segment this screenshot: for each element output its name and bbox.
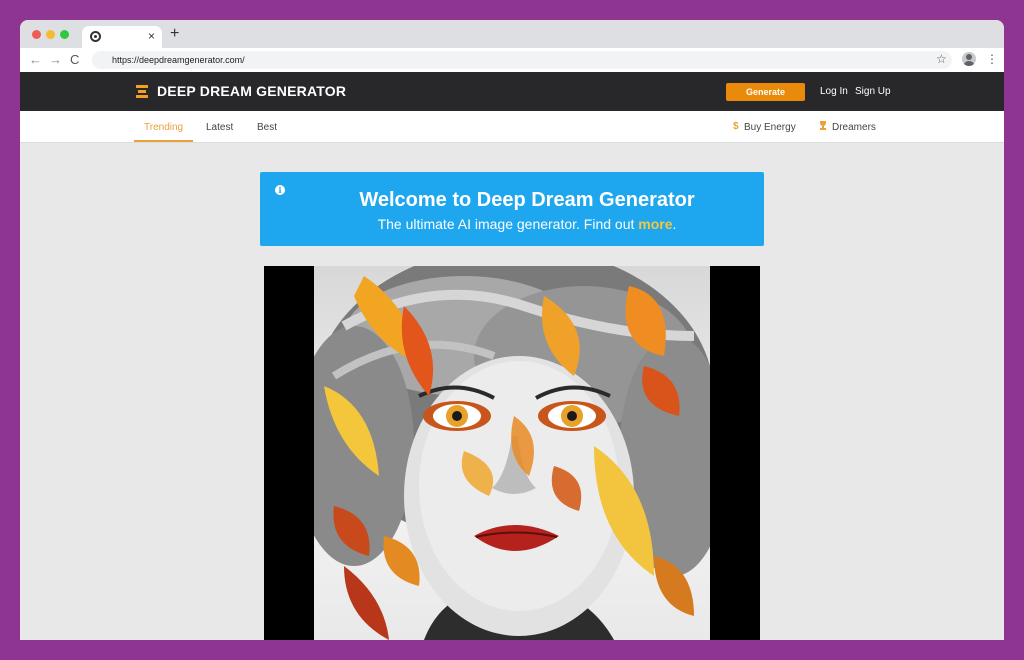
banner-subtitle-text: The ultimate AI image generator. Find ou… bbox=[377, 216, 639, 232]
signup-link[interactable]: Sign Up bbox=[855, 85, 891, 98]
browser-tab[interactable]: × bbox=[82, 26, 162, 48]
address-bar[interactable]: https://deepdreamgenerator.com/ bbox=[92, 51, 952, 69]
dollar-icon: $ bbox=[733, 121, 739, 132]
buy-energy-link[interactable]: Buy Energy bbox=[744, 121, 796, 134]
forward-arrow-icon[interactable]: → bbox=[49, 51, 62, 68]
login-link[interactable]: Log In bbox=[820, 85, 848, 98]
logo-icon[interactable] bbox=[136, 85, 148, 98]
close-window-button[interactable] bbox=[32, 30, 41, 39]
tab-best[interactable]: Best bbox=[257, 121, 277, 134]
back-arrow-icon[interactable]: ← bbox=[29, 51, 42, 68]
browser-window: × + ← → C https://deepdreamgenerator.com… bbox=[20, 20, 1004, 640]
browser-menu-icon[interactable]: ⋮ bbox=[986, 51, 998, 67]
url-text[interactable]: https://deepdreamgenerator.com/ bbox=[112, 54, 245, 66]
bookmark-star-icon[interactable]: ☆ bbox=[936, 51, 947, 67]
generate-button[interactable]: Generate bbox=[726, 83, 805, 101]
trophy-icon bbox=[819, 121, 827, 130]
profile-avatar-icon[interactable] bbox=[962, 52, 976, 66]
tab-trending[interactable]: Trending bbox=[144, 121, 183, 134]
minimize-window-button[interactable] bbox=[46, 30, 55, 39]
banner-subtitle: The ultimate AI image generator. Find ou… bbox=[260, 215, 794, 233]
tab-close-icon[interactable]: × bbox=[148, 29, 155, 43]
more-link[interactable]: more bbox=[638, 216, 672, 232]
browser-toolbar: ← → C https://deepdreamgenerator.com/ ☆ … bbox=[20, 48, 1004, 72]
banner-title: Welcome to Deep Dream Generator bbox=[359, 189, 695, 211]
featured-image-frame[interactable] bbox=[264, 266, 760, 640]
banner-subtitle-period: . bbox=[672, 216, 677, 232]
site-logo-text[interactable]: DEEP DREAM GENERATOR bbox=[157, 83, 346, 100]
site-header: DEEP DREAM GENERATOR Generate Log In Sig… bbox=[20, 72, 1004, 111]
active-tab-indicator bbox=[134, 140, 193, 142]
dreamers-link[interactable]: Dreamers bbox=[832, 121, 876, 134]
featured-artwork-image[interactable] bbox=[314, 266, 710, 640]
portrait-illustration bbox=[314, 266, 710, 640]
sub-navigation: Trending Latest Best $ Buy Energy Dreame… bbox=[20, 111, 1004, 143]
tab-strip: × + bbox=[20, 20, 1004, 48]
chrome-favicon-icon bbox=[90, 31, 101, 42]
welcome-banner: i Welcome to Deep Dream Generator The ul… bbox=[260, 172, 764, 246]
new-tab-button[interactable]: + bbox=[170, 25, 179, 43]
reload-icon[interactable]: C bbox=[70, 51, 79, 68]
tab-latest[interactable]: Latest bbox=[206, 121, 233, 134]
maximize-window-button[interactable] bbox=[60, 30, 69, 39]
